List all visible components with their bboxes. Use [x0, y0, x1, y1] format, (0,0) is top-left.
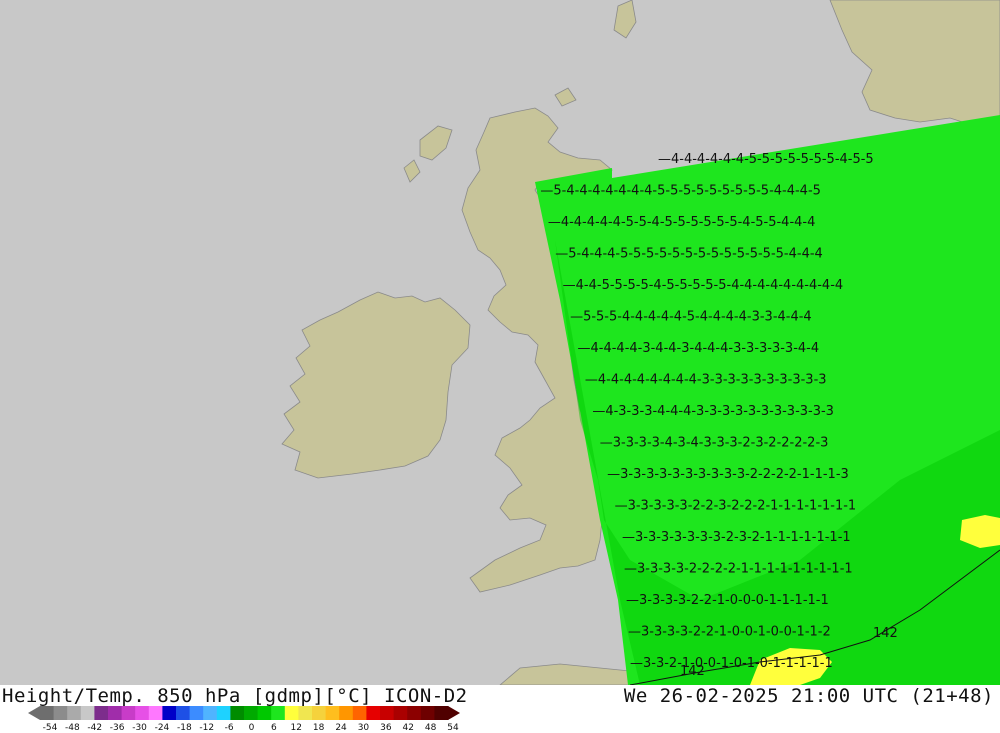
legend-swatch [148, 706, 163, 720]
legend-swatch [108, 706, 123, 720]
temperature-row: —3-3-3-3-4-3-4-3-3-3-2-3-2-2-2-2-3 [600, 436, 829, 451]
legend-tick-label: 24 [335, 723, 347, 733]
legend-arrow-left [28, 706, 40, 720]
legend-swatch [244, 706, 259, 720]
legend-swatch [420, 706, 435, 720]
temperature-row: —3-3-3-3-3-3-3-3-3-3-2-2-2-2-1-1-1-3 [607, 467, 849, 482]
temperature-row: —3-3-3-3-3-3-3-2-3-2-1-1-1-1-1-1-1 [622, 530, 851, 545]
legend-swatch [380, 706, 395, 720]
legend-tick-label: -30 [132, 723, 147, 733]
temperature-row: —3-3-3-3-2-2-2-2-1-1-1-1-1-1-1-1-1 [624, 562, 853, 577]
legend-tick-label: 48 [424, 723, 437, 733]
temperature-row: —5-5-5-4-4-4-4-4-5-4-4-4-4-3-3-4-4-4 [570, 310, 812, 325]
valid-time: We 26-02-2025 21:00 UTC (21+48) [623, 685, 994, 707]
legend-tick-label: 18 [312, 723, 325, 733]
legend-tick-label: -36 [109, 723, 125, 733]
legend-swatch [94, 706, 109, 720]
legend-swatch [366, 706, 381, 720]
legend-swatch [434, 706, 449, 720]
temperature-row: —4-4-4-4-4-5-5-4-5-5-5-5-5-5-4-5-5-4-4-4 [548, 215, 816, 230]
legend-swatch [339, 706, 354, 720]
legend-tick-label: -12 [199, 723, 215, 733]
legend-swatch [67, 706, 82, 720]
legend-swatch [312, 706, 327, 720]
legend-swatch [121, 706, 136, 720]
legend-swatch [53, 706, 68, 720]
chart-title: Height/Temp. 850 hPa [gdmp][°C] ICON-D2 [2, 685, 468, 707]
temperature-row: —4-4-4-4-4-4-4-4-3-3-3-3-3-3-3-3-3-3 [585, 373, 827, 388]
legend-tick-label: -42 [87, 723, 103, 733]
legend-arrow-right [448, 706, 460, 720]
temperature-row: —4-4-5-5-5-5-4-5-5-5-5-5-4-4-4-4-4-4-4-4… [563, 278, 844, 293]
legend-tick-label: 0 [248, 723, 255, 733]
legend-tick-label: 12 [290, 723, 302, 733]
legend-tick-label: -54 [42, 723, 58, 733]
legend-swatch [284, 706, 299, 720]
legend-swatch [298, 706, 313, 720]
legend-tick-label: 6 [271, 723, 277, 733]
temperature-row: —3-3-3-3-3-2-2-3-2-2-2-1-1-1-1-1-1-1 [615, 499, 857, 514]
legend-swatch [271, 706, 286, 720]
legend-tick-label: -24 [154, 723, 170, 733]
temperature-row: —3-3-2-1-0-0-1-0-1-0-1-1-1-1-1 [630, 656, 833, 671]
contour-label: 142 [873, 626, 898, 641]
legend-swatch [40, 706, 55, 720]
legend-tick-label: -48 [65, 723, 80, 733]
temperature-row: —5-4-4-4-5-5-5-5-5-5-5-5-5-5-5-5-5-4-4-4 [555, 247, 823, 262]
legend-tick-label: -6 [224, 723, 234, 733]
legend-swatch [230, 706, 245, 720]
temperature-row: —4-3-3-3-4-4-4-3-3-3-3-3-3-3-3-3-3-3 [592, 404, 834, 419]
legend-tick-label: 42 [402, 723, 414, 733]
legend-swatch [407, 706, 422, 720]
legend-swatch [393, 706, 408, 720]
temperature-row: —4-4-4-4-3-4-4-3-4-4-4-3-3-3-3-3-4-4 [578, 341, 820, 356]
temperature-row: —3-3-3-3-2-2-1-0-0-1-0-0-1-1-2 [628, 625, 831, 640]
legend-swatch [325, 706, 340, 720]
color-legend [28, 706, 460, 720]
legend-swatch [80, 706, 95, 720]
legend-swatch [257, 706, 272, 720]
legend-swatch [135, 706, 150, 720]
legend-tick-label: -18 [176, 723, 192, 733]
legend-swatch [176, 706, 191, 720]
temperature-row: —5-4-4-4-4-4-4-4-5-5-5-5-5-5-5-5-5-4-4-4… [540, 184, 821, 199]
legend-swatch [352, 706, 367, 720]
legend-swatch [203, 706, 218, 720]
legend-swatch [189, 706, 204, 720]
legend-tick-label: 54 [447, 723, 459, 733]
legend-tick-label: 36 [380, 723, 392, 733]
legend-swatch [216, 706, 231, 720]
legend-tick-label: 30 [357, 723, 370, 733]
temperature-row: —3-3-3-3-2-2-1-0-0-0-1-1-1-1-1 [626, 593, 829, 608]
weather-map: 142 142 —4-4-4-4-4-4-5-5-5-5-5-5-5-4-5-5… [0, 0, 1000, 685]
legend-swatch [162, 706, 177, 720]
temperature-row: —4-4-4-4-4-4-5-5-5-5-5-5-5-4-5-5 [658, 152, 874, 167]
